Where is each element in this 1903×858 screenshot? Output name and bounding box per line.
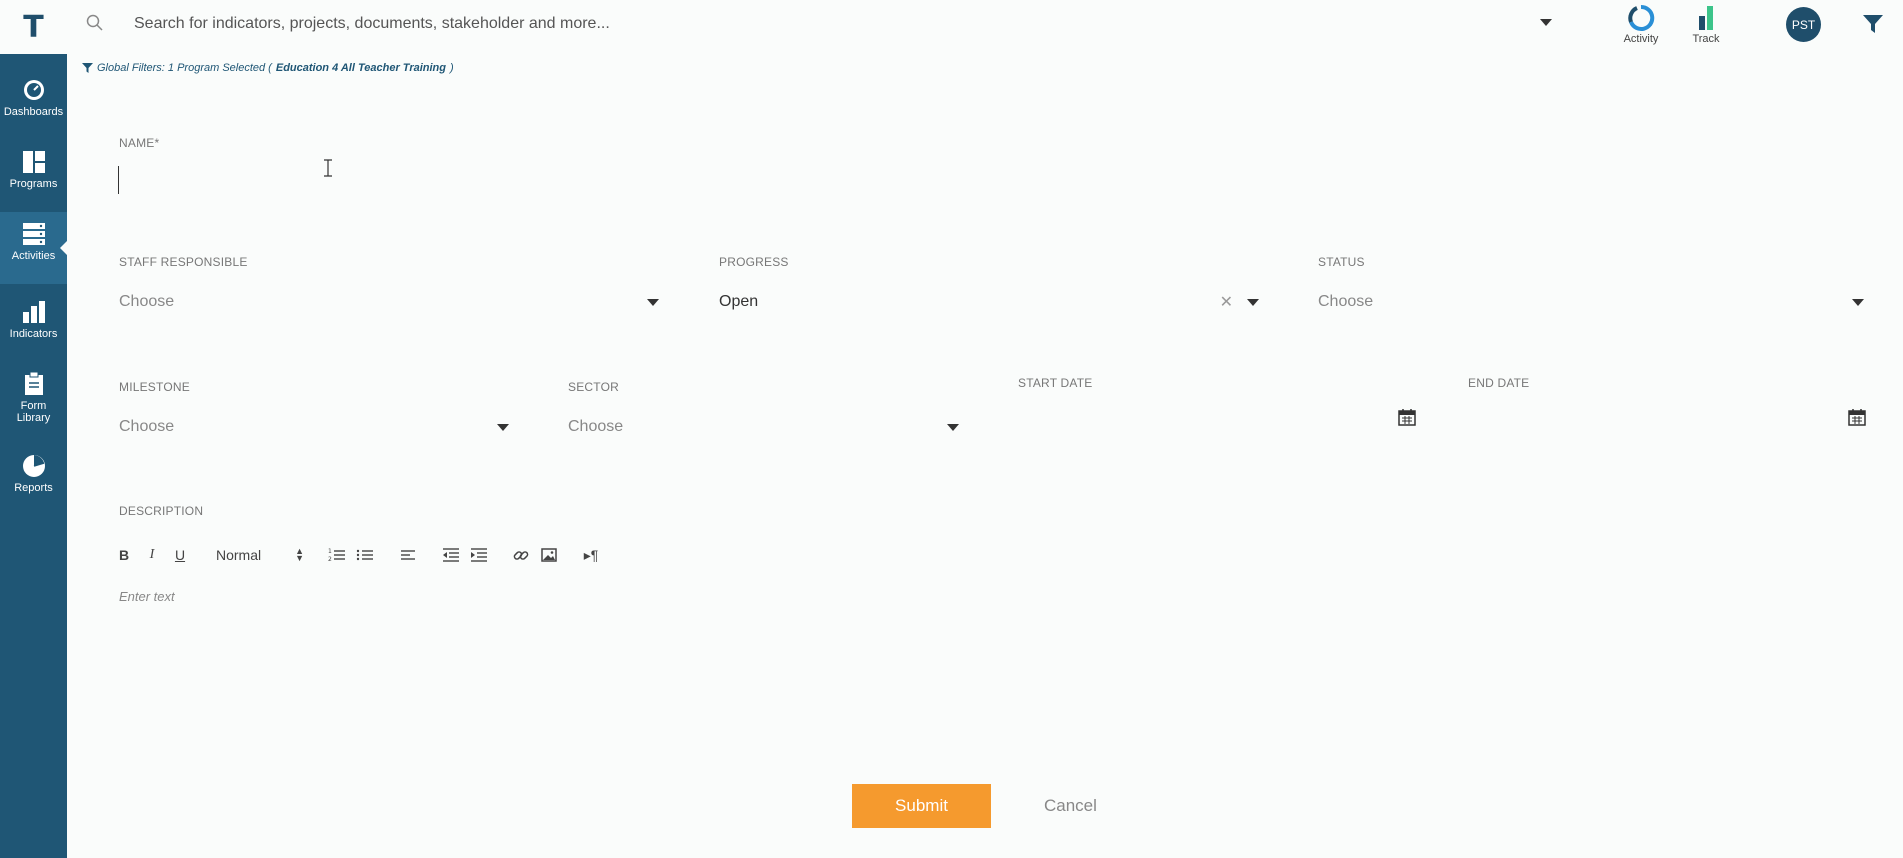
italic-button[interactable]: I (144, 544, 160, 566)
activity-button[interactable]: Activity (1611, 4, 1671, 48)
search-icon (86, 14, 103, 31)
bold-button[interactable]: B (116, 544, 132, 566)
gauge-icon (23, 80, 44, 100)
sidebar-item-activities[interactable]: Activities (0, 212, 68, 284)
align-left-icon[interactable] (400, 544, 416, 566)
milestone-select[interactable]: Choose (119, 414, 509, 440)
filter-small-icon (82, 63, 93, 73)
app-logo[interactable]: T (0, 0, 67, 54)
layout-icon (22, 151, 45, 173)
activity-logo-icon (1628, 4, 1655, 31)
submit-button[interactable]: Submit (852, 784, 991, 828)
status-select[interactable]: Choose (1318, 289, 1864, 315)
chevron-down-icon (647, 298, 659, 306)
bullet-list-icon[interactable] (356, 544, 374, 566)
clipboard-icon (24, 372, 43, 395)
outdent-icon[interactable] (442, 544, 460, 566)
sidebar-item-form-library[interactable]: Form Library (0, 372, 67, 444)
heading-format-select[interactable]: Normal ▲ ▼ (216, 544, 304, 566)
start-date-label: START DATE (1018, 376, 1093, 390)
text-direction-icon[interactable]: ▸¶ (582, 544, 600, 566)
sidebar-item-reports[interactable]: Reports (0, 454, 67, 526)
progress-label: PROGRESS (719, 255, 789, 269)
calendar-icon[interactable] (1848, 408, 1866, 426)
link-icon[interactable] (512, 544, 530, 566)
description-label: DESCRIPTION (119, 504, 204, 518)
cancel-button[interactable]: Cancel (1044, 784, 1097, 828)
chevron-down-icon (1852, 298, 1864, 306)
global-search-input[interactable] (134, 12, 1534, 36)
underline-button[interactable]: U (172, 544, 188, 566)
filter-icon[interactable] (1862, 14, 1884, 34)
updown-arrows-icon: ▲ ▼ (295, 546, 304, 563)
sector-select[interactable]: Choose (568, 414, 959, 440)
search-scope-dropdown-icon[interactable] (1540, 19, 1552, 26)
calendar-icon[interactable] (1398, 408, 1416, 426)
name-label: NAME* (119, 136, 160, 150)
sidebar-item-dashboards[interactable]: Dashboards (0, 78, 67, 150)
description-editor[interactable]: Enter text (119, 589, 175, 604)
sidebar: Dashboards Programs Activities Indicator… (0, 54, 68, 858)
bar-chart-icon (22, 301, 45, 323)
end-date-label: END DATE (1468, 376, 1530, 390)
user-avatar[interactable]: PST (1786, 7, 1821, 42)
name-input[interactable] (118, 166, 1868, 194)
chevron-down-icon (497, 423, 509, 431)
indent-icon[interactable] (470, 544, 488, 566)
progress-select[interactable]: Open ✕ (719, 289, 1259, 315)
clear-icon[interactable]: ✕ (1220, 292, 1233, 312)
global-filter-summary[interactable]: Global Filters: 1 Program Selected ( Edu… (82, 62, 454, 74)
image-icon[interactable] (540, 544, 558, 566)
staff-responsible-select[interactable]: Choose (119, 289, 659, 315)
sector-label: SECTOR (568, 380, 619, 394)
track-logo-icon (1699, 6, 1713, 30)
track-button[interactable]: Track (1676, 4, 1736, 48)
pie-chart-icon (22, 455, 45, 477)
ordered-list-icon[interactable]: 12 (328, 544, 346, 566)
chevron-down-icon (947, 423, 959, 431)
sidebar-item-indicators[interactable]: Indicators (0, 300, 67, 372)
milestone-label: MILESTONE (119, 380, 190, 394)
chevron-down-icon (1247, 298, 1259, 306)
server-stack-icon (22, 223, 45, 245)
svg-text:1: 1 (328, 548, 332, 555)
svg-text:2: 2 (328, 556, 332, 563)
text-cursor-icon (324, 159, 332, 177)
staff-responsible-label: STAFF RESPONSIBLE (119, 255, 248, 269)
status-label: STATUS (1318, 255, 1365, 269)
top-bar: T Activity Track PST (0, 0, 1903, 54)
